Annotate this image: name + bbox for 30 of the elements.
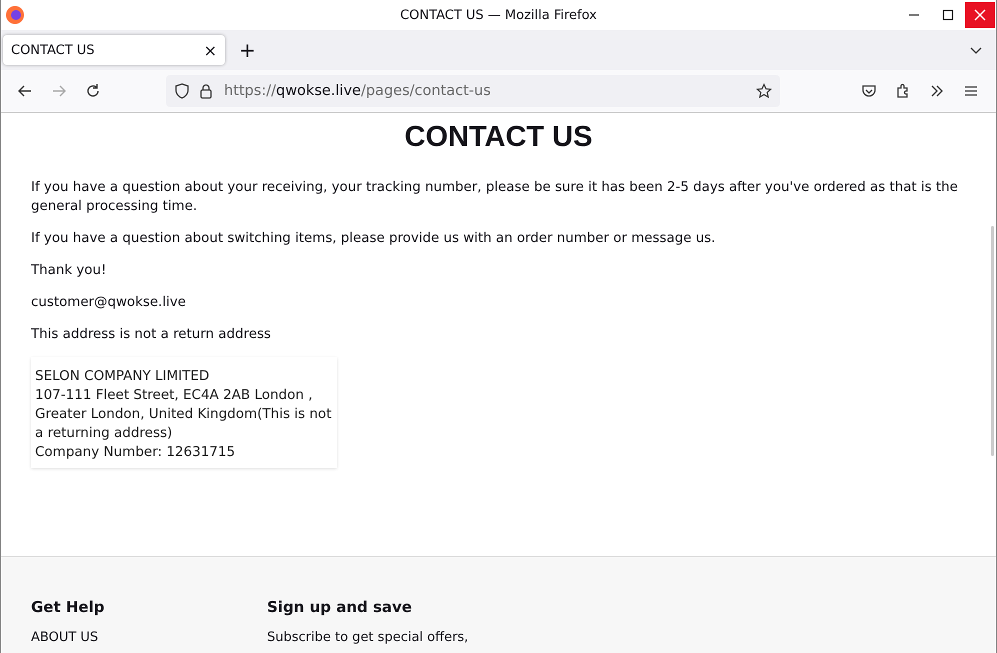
close-icon[interactable] — [974, 9, 986, 21]
close-tab-icon[interactable]: × — [204, 40, 217, 60]
footer-heading: Sign up and save — [267, 598, 413, 616]
paragraph: customer@qwokse.live — [31, 294, 187, 312]
footer-link[interactable]: ABOUT US — [31, 630, 267, 645]
paragraph: Thank you! — [31, 262, 108, 280]
footer-heading: Get Help — [31, 598, 106, 616]
chevrons-right-icon[interactable] — [929, 83, 945, 99]
reload-icon[interactable] — [85, 83, 101, 99]
paragraph: If you have a question about switching items, please provide us with an order number or message us. — [31, 230, 716, 248]
pocket-icon[interactable] — [861, 83, 877, 99]
address-line: SELON COMPANY LIMITED — [35, 367, 210, 386]
address-line: Company Number: 12631715 — [35, 443, 236, 462]
scrollbar-thumb[interactable] — [991, 226, 994, 456]
new-tab-button[interactable]: + — [239, 38, 256, 62]
back-icon[interactable] — [17, 83, 33, 99]
maximize-icon[interactable] — [942, 9, 954, 21]
window-title: CONTACT US — Mozilla Firefox — [400, 8, 597, 22]
footer-link[interactable]: Subscribe to get special offers, — [267, 630, 468, 645]
shield-icon[interactable] — [174, 83, 190, 99]
address-line: 107-111 Fleet Street, EC4A 2AB London , Greater London, United Kingdom(This is not a returning address) — [35, 386, 332, 443]
browser-tab[interactable]: CONTACT US × — [3, 35, 225, 65]
paragraph: If you have a question about your receiving, your tracking number, please be sure it has been 2-5 days after you've ordered as that is the general processing time. — [31, 179, 959, 216]
star-icon[interactable] — [756, 83, 772, 99]
page-heading: CONTACT US — [404, 121, 594, 154]
url-text: https://qwokse.live/pages/contact-us — [224, 83, 491, 99]
lock-icon[interactable] — [198, 83, 214, 99]
browser-logo-icon — [5, 5, 25, 25]
paragraph: This address is not a return address — [31, 326, 272, 344]
address-bar[interactable]: https://qwokse.live/pages/contact-us — [166, 75, 780, 107]
